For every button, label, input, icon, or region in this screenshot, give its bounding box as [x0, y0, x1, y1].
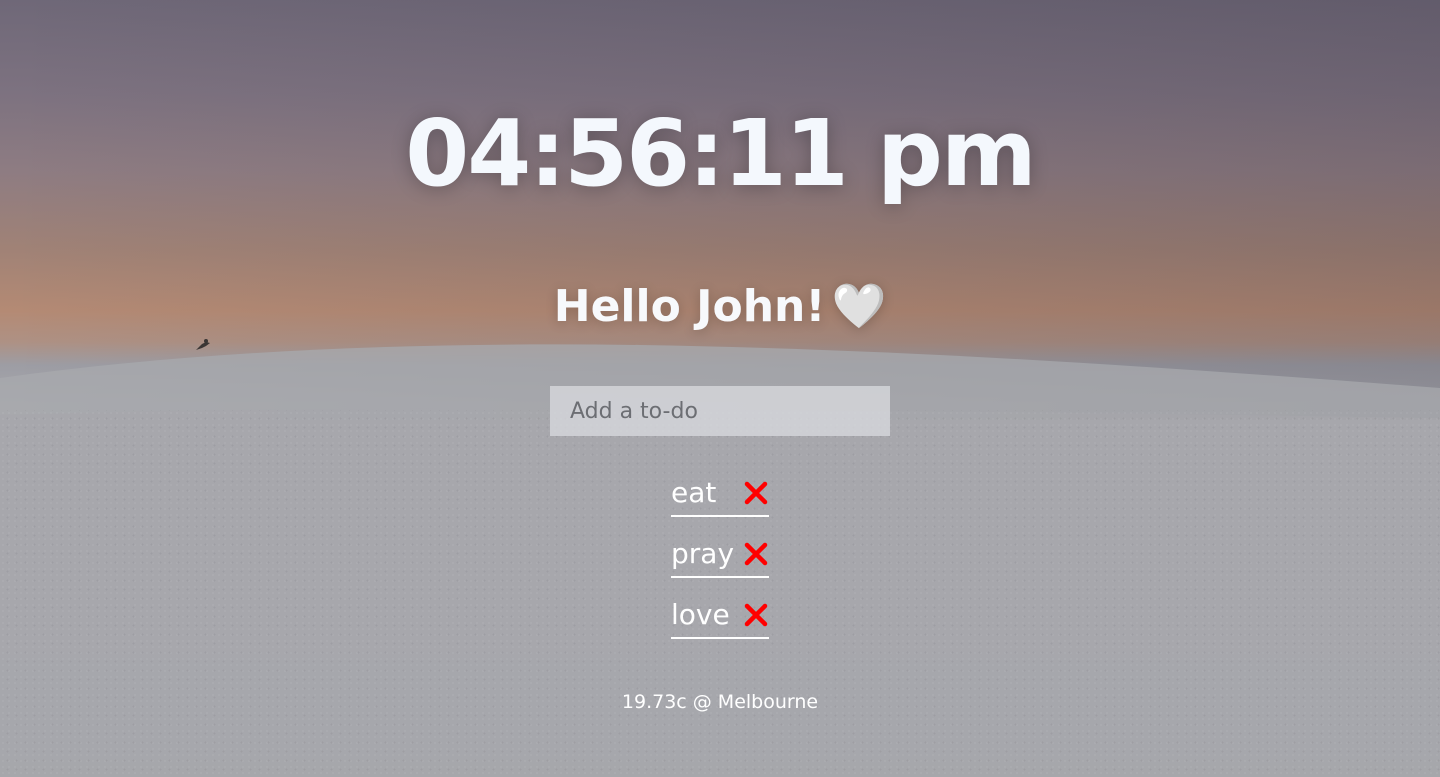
clock: 04:56:11 pm — [405, 100, 1036, 207]
todo-input[interactable] — [550, 386, 890, 436]
heart-icon: 🤍 — [831, 281, 887, 332]
greeting-text: Hello John! — [553, 281, 826, 332]
close-icon[interactable] — [743, 541, 769, 567]
todo-text: love — [671, 598, 730, 631]
main-content: 04:56:11 pm Hello John!🤍 eat pray love 1… — [0, 0, 1440, 777]
weather-readout: 19.73c @ Melbourne — [621, 691, 819, 713]
close-icon[interactable] — [743, 602, 769, 628]
todo-item: eat — [671, 470, 769, 517]
todo-item: pray — [671, 531, 769, 578]
close-icon[interactable] — [743, 480, 769, 506]
todo-text: eat — [671, 476, 717, 509]
greeting: Hello John! 🤍 — [0, 280, 1440, 332]
todo-text: pray — [671, 537, 735, 570]
todo-list: eat pray love — [671, 470, 769, 653]
todo-item: love — [671, 592, 769, 639]
